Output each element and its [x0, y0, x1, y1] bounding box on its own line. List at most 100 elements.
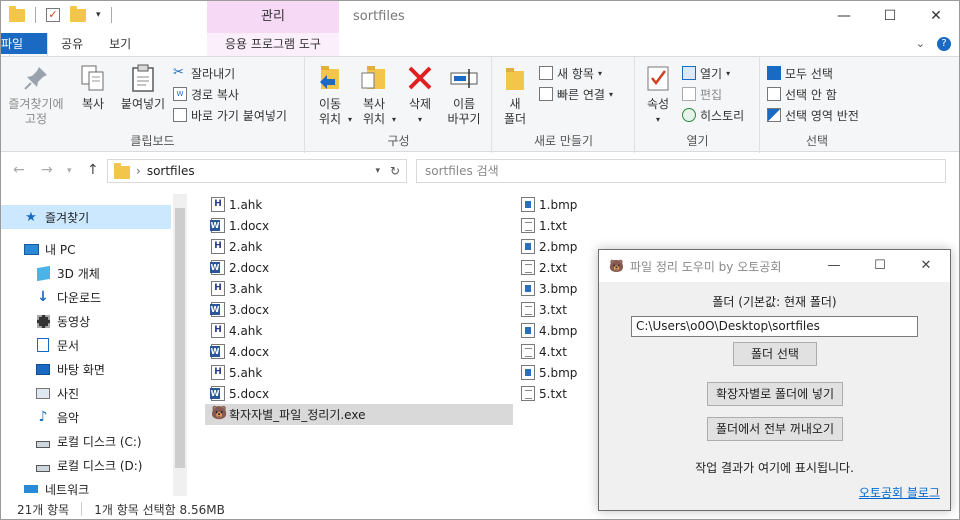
- nav-item[interactable]: ↓ 다운로드: [1, 285, 171, 309]
- paste-button[interactable]: 붙여넣기: [117, 63, 169, 112]
- dialog-close-button[interactable]: ✕: [903, 250, 949, 282]
- search-input[interactable]: sortfiles 검색: [416, 159, 946, 183]
- new-group: 새 폴더 새 항목 ▾ 빠른 연결 ▾ 새로 만들기: [493, 57, 635, 153]
- file-name: 5.txt: [539, 386, 567, 401]
- file-name: 3.bmp: [539, 281, 578, 296]
- open-button[interactable]: 열기 ▾: [682, 63, 730, 83]
- edit-icon: [682, 87, 696, 101]
- refresh-icon[interactable]: ↻: [390, 164, 400, 178]
- delete-label: 삭제: [408, 97, 432, 111]
- organize-group: 이동 위치 ▾ 복사 위치 ▾ 삭제 ▾ 이름 바꾸기 구성: [306, 57, 492, 153]
- select-none-button[interactable]: 선택 안 함: [767, 84, 837, 104]
- sort-by-extension-button[interactable]: 확장자별로 폴더에 넣기: [707, 382, 843, 406]
- customize-toolbar-icon[interactable]: ▾: [96, 10, 101, 20]
- forward-arrow-icon[interactable]: →: [41, 162, 53, 178]
- tab-view[interactable]: 보기: [96, 33, 144, 57]
- copy-path-button[interactable]: W 경로 복사: [173, 84, 239, 104]
- properties-check-icon[interactable]: ✓: [46, 8, 60, 22]
- file-item[interactable]: 1.txt: [515, 215, 635, 236]
- tab-share[interactable]: 공유: [48, 33, 96, 57]
- pin-icon: [21, 63, 51, 93]
- breadcrumb-current[interactable]: sortfiles: [147, 164, 195, 178]
- tab-file[interactable]: 파일: [1, 33, 47, 54]
- file-item[interactable]: 2.docx: [205, 257, 513, 278]
- back-arrow-icon[interactable]: ←: [13, 162, 25, 178]
- blog-link[interactable]: 오토공회 블로그: [859, 484, 940, 501]
- nav-item[interactable]: 로컬 디스크 (C:): [1, 429, 171, 453]
- recent-locations-icon[interactable]: ▾: [67, 166, 72, 176]
- nav-item[interactable]: 동영상: [1, 309, 171, 333]
- file-item[interactable]: 3.docx: [205, 299, 513, 320]
- file-item[interactable]: H 3.ahk: [205, 278, 513, 299]
- history-button[interactable]: 히스토리: [682, 105, 744, 125]
- bmp-file-icon: [521, 323, 535, 338]
- file-item[interactable]: H 1.ahk: [205, 194, 513, 215]
- nav-item[interactable]: 사진: [1, 381, 171, 405]
- dialog-minimize-button[interactable]: —: [811, 250, 857, 282]
- file-item[interactable]: 1.docx: [205, 215, 513, 236]
- edit-button[interactable]: 편집: [682, 84, 722, 104]
- copy-to-button[interactable]: 복사 위치 ▾: [354, 63, 396, 127]
- folder-path-input[interactable]: C:\Users\o0O\Desktop\sortfiles: [631, 316, 918, 337]
- file-name: 1.bmp: [539, 197, 578, 212]
- new-folder-button[interactable]: 새 폴더: [497, 63, 533, 127]
- maximize-button[interactable]: ☐: [867, 1, 913, 31]
- ahk-file-icon: H: [211, 323, 225, 338]
- paste-shortcut-button[interactable]: 바로 가기 붙여넣기: [173, 105, 287, 125]
- nav-item-label: 내 PC: [45, 242, 76, 257]
- copy-label: 복사: [81, 97, 105, 111]
- file-name: 2.docx: [229, 260, 270, 275]
- easy-access-button[interactable]: 빠른 연결 ▾: [539, 84, 613, 104]
- file-item[interactable]: 🐻 확자자별_파일_정리기.exe: [205, 404, 513, 425]
- nav-item[interactable]: 3D 개체: [1, 261, 171, 285]
- file-item[interactable]: 1.bmp: [515, 194, 635, 215]
- invert-selection-button[interactable]: 선택 영역 반전: [767, 105, 859, 125]
- address-bar[interactable]: › sortfiles ▾ ↻: [107, 159, 407, 183]
- file-item[interactable]: H 5.ahk: [205, 362, 513, 383]
- video-icon: [35, 314, 51, 328]
- tab-app-tools[interactable]: 응용 프로그램 도구: [207, 33, 339, 57]
- delete-button[interactable]: 삭제 ▾: [402, 63, 438, 127]
- nav-scrollbar-thumb[interactable]: [175, 208, 185, 468]
- breadcrumb-separator-icon[interactable]: ›: [136, 164, 141, 178]
- new-folder-icon[interactable]: [70, 5, 86, 22]
- properties-button[interactable]: 속성 ▾: [640, 63, 676, 127]
- easy-access-icon: [539, 87, 553, 101]
- file-name: 4.txt: [539, 344, 567, 359]
- copy-button[interactable]: 복사: [71, 63, 115, 112]
- minimize-button[interactable]: —: [821, 1, 867, 31]
- bmp-file-icon: [521, 239, 535, 254]
- manage-context-tab[interactable]: 관리: [207, 1, 339, 33]
- extract-all-button[interactable]: 폴더에서 전부 꺼내오기: [707, 417, 843, 441]
- close-button[interactable]: ✕: [913, 1, 959, 31]
- collapse-ribbon-icon[interactable]: ⌄: [916, 37, 925, 51]
- ribbon: 즐겨찾기에 고정 복사 붙여넣기 ✂ 잘라내기 W 경로 복사 바로 가기 붙여…: [1, 56, 959, 153]
- new-item-button[interactable]: 새 항목 ▾: [539, 63, 602, 83]
- pin-quick-access-button[interactable]: 즐겨찾기에 고정: [7, 63, 65, 127]
- nav-item[interactable]: ★ 즐겨찾기: [1, 205, 171, 229]
- nav-item[interactable]: 로컬 디스크 (D:): [1, 453, 171, 477]
- nav-item[interactable]: ♪ 음악: [1, 405, 171, 429]
- nav-item[interactable]: 문서: [1, 333, 171, 357]
- cut-button[interactable]: ✂ 잘라내기: [173, 63, 235, 83]
- new-group-label: 새로 만들기: [533, 134, 593, 148]
- help-icon[interactable]: ?: [937, 37, 951, 51]
- up-arrow-icon[interactable]: ↑: [87, 162, 99, 178]
- address-dropdown-icon[interactable]: ▾: [375, 166, 380, 176]
- nav-item[interactable]: 내 PC: [1, 237, 171, 261]
- nav-item[interactable]: 바탕 화면: [1, 357, 171, 381]
- select-folder-button[interactable]: 폴더 선택: [733, 342, 817, 366]
- file-item[interactable]: H 2.ahk: [205, 236, 513, 257]
- dialog-maximize-button[interactable]: ☐: [857, 250, 903, 282]
- file-item[interactable]: H 4.ahk: [205, 320, 513, 341]
- move-to-button[interactable]: 이동 위치 ▾: [310, 63, 352, 127]
- select-all-button[interactable]: 모두 선택: [767, 63, 833, 83]
- cube-icon: [35, 265, 51, 281]
- file-item[interactable]: 4.docx: [205, 341, 513, 362]
- file-name: 3.txt: [539, 302, 567, 317]
- rename-button[interactable]: 이름 바꾸기: [442, 63, 486, 127]
- file-organizer-dialog: 🐻 파일 정리 도우미 by 오토공회 — ☐ ✕ 폴더 (기본값: 현재 폴더…: [598, 249, 951, 511]
- file-item[interactable]: 5.docx: [205, 383, 513, 404]
- nav-item-label: 즐겨찾기: [45, 210, 90, 225]
- open-group: 속성 ▾ 열기 ▾ 편집 히스토리 열기: [636, 57, 760, 153]
